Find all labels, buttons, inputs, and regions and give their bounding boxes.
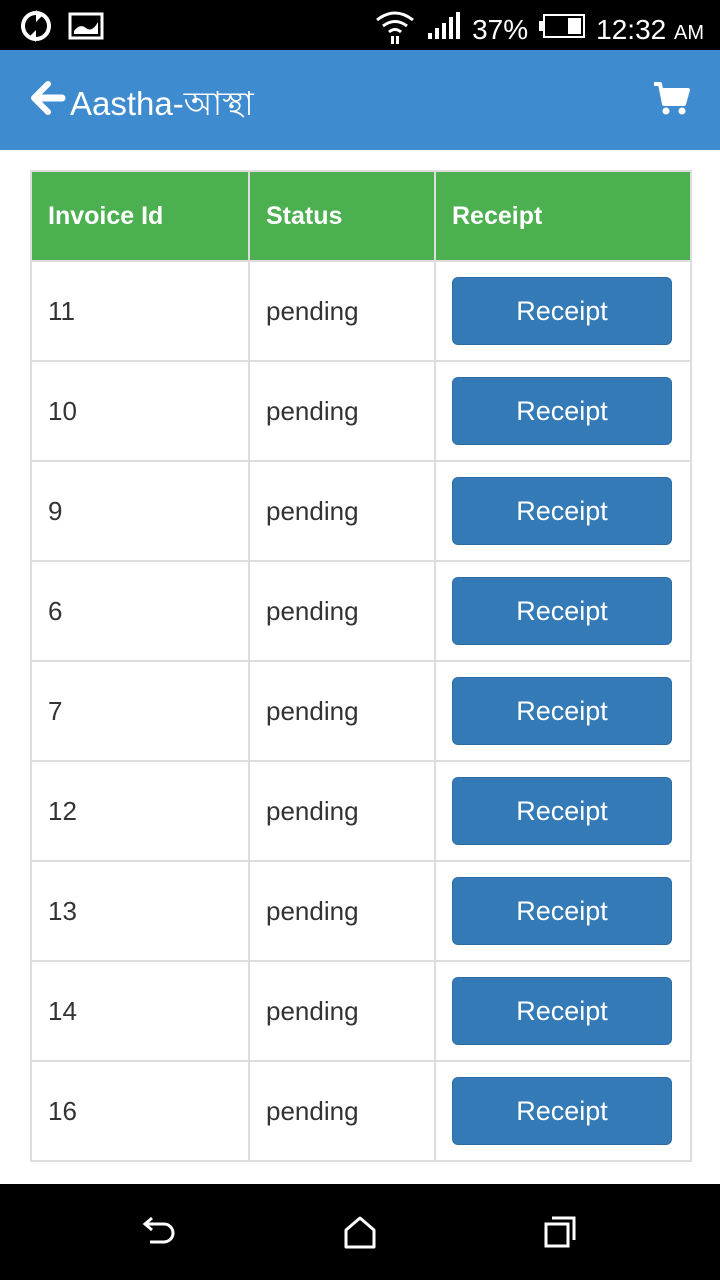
status-cell: pending [248,1060,436,1162]
table-row: 7 pending Receipt [30,660,692,762]
receipt-cell: Receipt [434,660,692,762]
status-cell: pending [248,460,436,562]
status-cell: pending [248,760,436,862]
clock-ampm: AM [674,21,704,44]
receipt-cell: Receipt [434,560,692,662]
back-nav-icon[interactable] [142,1214,178,1250]
status-cell: pending [248,660,436,762]
clock: 12:32 AM [596,14,704,46]
table-header-row: Invoice Id Status Receipt [30,170,692,262]
table-row: 16 pending Receipt [30,1060,692,1162]
status-cell: pending [248,360,436,462]
status-bar: 37% 12:32 AM [0,0,720,50]
battery-percent: 37% [472,13,529,45]
invoice-id-cell: 7 [30,660,250,762]
image-icon [68,11,104,46]
signal-icon [426,11,462,48]
column-header-invoice-id: Invoice Id [30,170,250,262]
table-row: 11 pending Receipt [30,260,692,362]
invoice-id-cell: 16 [30,1060,250,1162]
sync-icon [18,8,54,49]
invoice-table-container: Invoice Id Status Receipt 11 pending Recei… [30,170,692,1162]
invoice-id-cell: 9 [30,460,250,562]
table-row: 12 pending Receipt [30,760,692,862]
receipt-button[interactable]: Receipt [452,777,672,845]
receipt-button[interactable]: Receipt [452,1077,672,1145]
status-cell: pending [248,560,436,662]
column-header-receipt: Receipt [434,170,692,262]
table-row: 14 pending Receipt [30,960,692,1062]
wifi-icon [374,8,416,51]
clock-time: 12:32 [596,13,667,45]
table-row: 10 pending Receipt [30,360,692,462]
battery-icon [538,13,586,46]
receipt-button[interactable]: Receipt [452,477,672,545]
status-cell: pending [248,260,436,362]
arrow-left-icon[interactable] [30,80,66,116]
receipt-cell: Receipt [434,360,692,462]
invoice-id-cell: 10 [30,360,250,462]
page-title: Aastha-আস্থা [70,85,254,122]
receipt-button[interactable]: Receipt [452,677,672,745]
home-nav-icon[interactable] [342,1214,378,1250]
invoice-id-cell: 11 [30,260,250,362]
receipt-button[interactable]: Receipt [452,277,672,345]
receipt-cell: Receipt [434,260,692,362]
receipt-cell: Receipt [434,460,692,562]
receipt-cell: Receipt [434,760,692,862]
receipt-cell: Receipt [434,1060,692,1162]
status-cell: pending [248,960,436,1062]
recents-nav-icon[interactable] [542,1214,578,1250]
receipt-cell: Receipt [434,860,692,962]
app-header: Aastha-আস্থা [0,50,720,150]
invoice-id-cell: 14 [30,960,250,1062]
cart-icon[interactable] [652,78,692,118]
invoice-table: Invoice Id Status Receipt 11 pending Recei… [30,170,692,1162]
invoice-id-cell: 6 [30,560,250,662]
receipt-button[interactable]: Receipt [452,377,672,445]
invoice-id-cell: 12 [30,760,250,862]
receipt-button[interactable]: Receipt [452,577,672,645]
receipt-button[interactable]: Receipt [452,877,672,945]
system-nav-bar [0,1184,720,1280]
table-row: 9 pending Receipt [30,460,692,562]
status-cell: pending [248,860,436,962]
receipt-cell: Receipt [434,960,692,1062]
receipt-button[interactable]: Receipt [452,977,672,1045]
table-row: 6 pending Receipt [30,560,692,662]
table-row: 13 pending Receipt [30,860,692,962]
invoice-id-cell: 13 [30,860,250,962]
column-header-status: Status [248,170,436,262]
